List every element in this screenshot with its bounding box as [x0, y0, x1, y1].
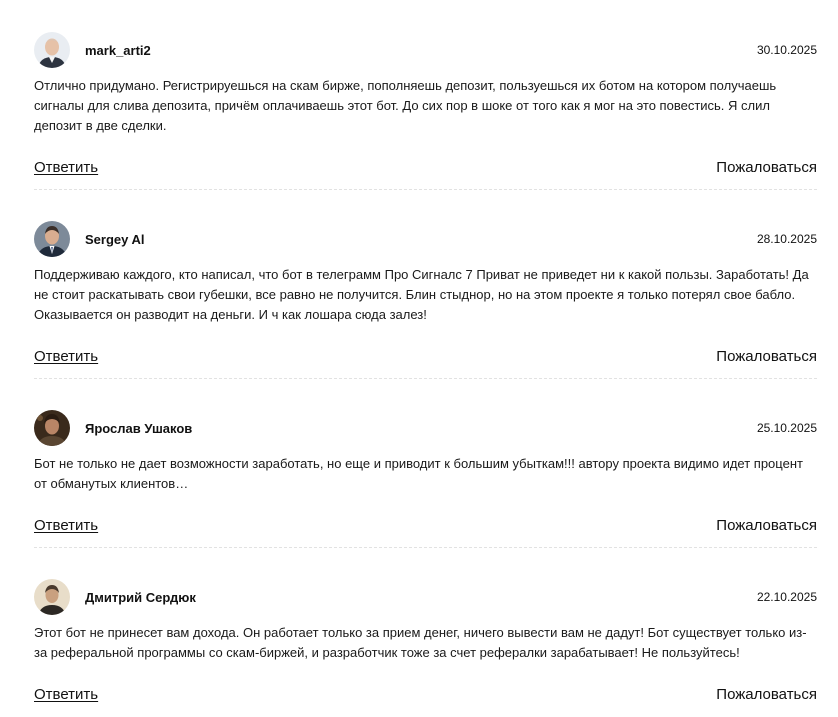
avatar: [34, 410, 70, 446]
avatar: [34, 221, 70, 257]
comment-author: Sergey Al: [85, 231, 145, 247]
comment-text: Поддерживаю каждого, кто написал, что бо…: [34, 267, 809, 322]
comment-date: 28.10.2025: [756, 232, 817, 246]
comment-actions: Ответить Пожаловаться: [34, 684, 817, 704]
comment-item: Sergey Al 28.10.2025 Поддерживаю каждого…: [34, 221, 817, 379]
comment-author: mark_arti2: [85, 42, 151, 58]
comment-date: 30.10.2025: [756, 43, 817, 57]
report-link[interactable]: Пожаловаться: [716, 517, 817, 534]
comment-author: Дмитрий Сердюк: [85, 589, 196, 605]
comment-item: Ярослав Ушаков 25.10.2025 Бот не только …: [34, 410, 817, 548]
comment-item: mark_arti2 30.10.2025 Отлично придумано.…: [34, 32, 817, 190]
user-photo-icon: [34, 32, 70, 68]
comments-list: mark_arti2 30.10.2025 Отлично придумано.…: [34, 32, 817, 704]
reply-link[interactable]: Ответить: [34, 517, 98, 534]
avatar: [34, 579, 70, 615]
user-photo-icon: [34, 410, 70, 446]
comment-item: Дмитрий Сердюк 22.10.2025 Этот бот не пр…: [34, 579, 817, 704]
comment-divider: [34, 547, 817, 548]
comment-actions: Ответить Пожаловаться: [34, 157, 817, 177]
user-photo-icon: [34, 221, 70, 257]
comment-author: Ярослав Ушаков: [85, 420, 193, 436]
user-photo-icon: [34, 579, 70, 615]
reply-link[interactable]: Ответить: [34, 159, 98, 176]
report-link[interactable]: Пожаловаться: [716, 686, 817, 703]
comment-text: Бот не только не дает возможности зарабо…: [34, 456, 803, 491]
comment-divider: [34, 189, 817, 190]
avatar: [34, 32, 70, 68]
comment-actions: Ответить Пожаловаться: [34, 515, 817, 535]
comment-header: Дмитрий Сердюк 22.10.2025: [34, 579, 817, 615]
report-link[interactable]: Пожаловаться: [716, 348, 817, 365]
reply-link[interactable]: Ответить: [34, 348, 98, 365]
comment-divider: [34, 378, 817, 379]
comment-header: Sergey Al 28.10.2025: [34, 221, 817, 257]
comment-text: Этот бот не принесет вам дохода. Он рабо…: [34, 625, 807, 660]
comment-header: Ярослав Ушаков 25.10.2025: [34, 410, 817, 446]
comment-date: 22.10.2025: [756, 590, 817, 604]
report-link[interactable]: Пожаловаться: [716, 159, 817, 176]
reply-link[interactable]: Ответить: [34, 686, 98, 703]
comment-header: mark_arti2 30.10.2025: [34, 32, 817, 68]
comment-text: Отлично придумано. Регистрируешься на ск…: [34, 78, 777, 133]
comment-actions: Ответить Пожаловаться: [34, 346, 817, 366]
comment-date: 25.10.2025: [756, 421, 817, 435]
